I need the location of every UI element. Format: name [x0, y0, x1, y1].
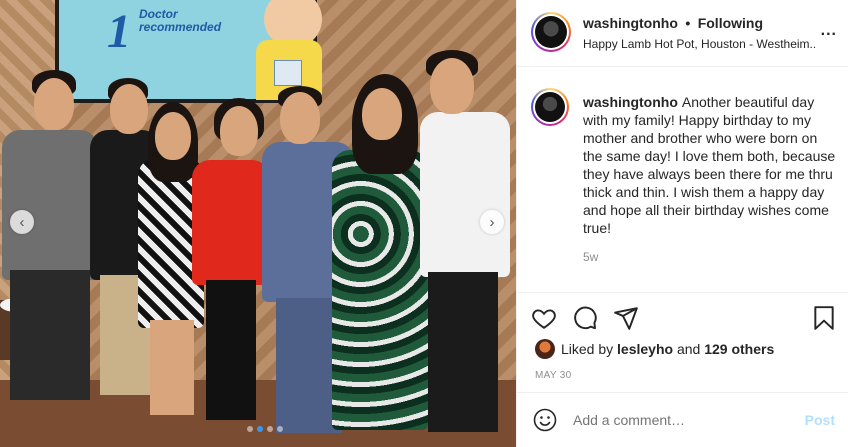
more-options-icon: ... — [820, 22, 837, 39]
actions-section: Liked by lesleyho and 129 others MAY 30 — [517, 292, 848, 392]
comment-icon[interactable] — [572, 305, 598, 331]
bookmark-icon[interactable] — [811, 305, 837, 331]
heart-icon[interactable] — [531, 305, 557, 331]
header-separator: • — [685, 15, 691, 31]
likes-prefix: Liked by — [561, 341, 618, 357]
prev-photo-button[interactable]: ‹ — [10, 210, 34, 234]
header-username[interactable]: washingtonho — [583, 15, 678, 31]
carousel-dot-active — [257, 426, 263, 432]
carousel-dot — [247, 426, 253, 432]
poster-cartoon-box — [274, 60, 302, 86]
caption: washingtonho Another beautiful day with m… — [583, 93, 837, 237]
next-photo-button[interactable]: › — [480, 210, 504, 234]
carousel-dot — [277, 426, 283, 432]
emoji-icon[interactable] — [533, 408, 557, 432]
poster-number: 1 — [107, 5, 131, 58]
following-button[interactable]: Following — [698, 15, 763, 31]
post-date[interactable]: MAY 30 — [535, 370, 571, 381]
liker-avatar[interactable] — [535, 339, 555, 359]
comment-input[interactable] — [573, 412, 773, 428]
likes-row: Liked by lesleyho and 129 others — [535, 339, 774, 359]
caption-text: Another beautiful day with my family! Ha… — [583, 94, 836, 236]
likes-middle: and — [673, 341, 705, 357]
chevron-left-icon: ‹ — [19, 213, 25, 231]
post-sidebar: washingtonho • Following Happy Lamb Hot … — [516, 0, 848, 447]
caption-username[interactable]: washingtonho — [583, 94, 678, 110]
post-photo[interactable]: 1 Doctor recommended ‹ › — [0, 0, 516, 447]
caption-time[interactable]: 5w — [583, 250, 598, 264]
liker-username[interactable]: lesleyho — [617, 341, 673, 357]
profile-photo — [535, 16, 567, 48]
caption-profile-photo — [535, 92, 565, 122]
share-icon[interactable] — [613, 305, 639, 331]
post-comment-button[interactable]: Post — [805, 412, 835, 428]
header-title-row: washingtonho • Following — [583, 15, 763, 33]
more-options-button[interactable]: ... — [821, 22, 837, 40]
likes-summary: Liked by lesleyho and 129 others — [561, 341, 774, 357]
carousel-dots — [247, 426, 283, 432]
caption-avatar[interactable] — [531, 88, 569, 126]
comment-bar: Post — [517, 392, 848, 447]
post-header: washingtonho • Following Happy Lamb Hot … — [517, 0, 848, 67]
avatar[interactable] — [531, 12, 571, 52]
location-link[interactable]: Happy Lamb Hot Pot, Houston - Westheim..… — [583, 37, 815, 51]
carousel-dot — [267, 426, 273, 432]
poster-text: Doctor recommended — [139, 7, 222, 34]
chevron-right-icon: › — [489, 213, 495, 231]
wall-poster: 1 Doctor recommended — [55, 0, 322, 103]
likes-others-link[interactable]: 129 others — [704, 341, 774, 357]
